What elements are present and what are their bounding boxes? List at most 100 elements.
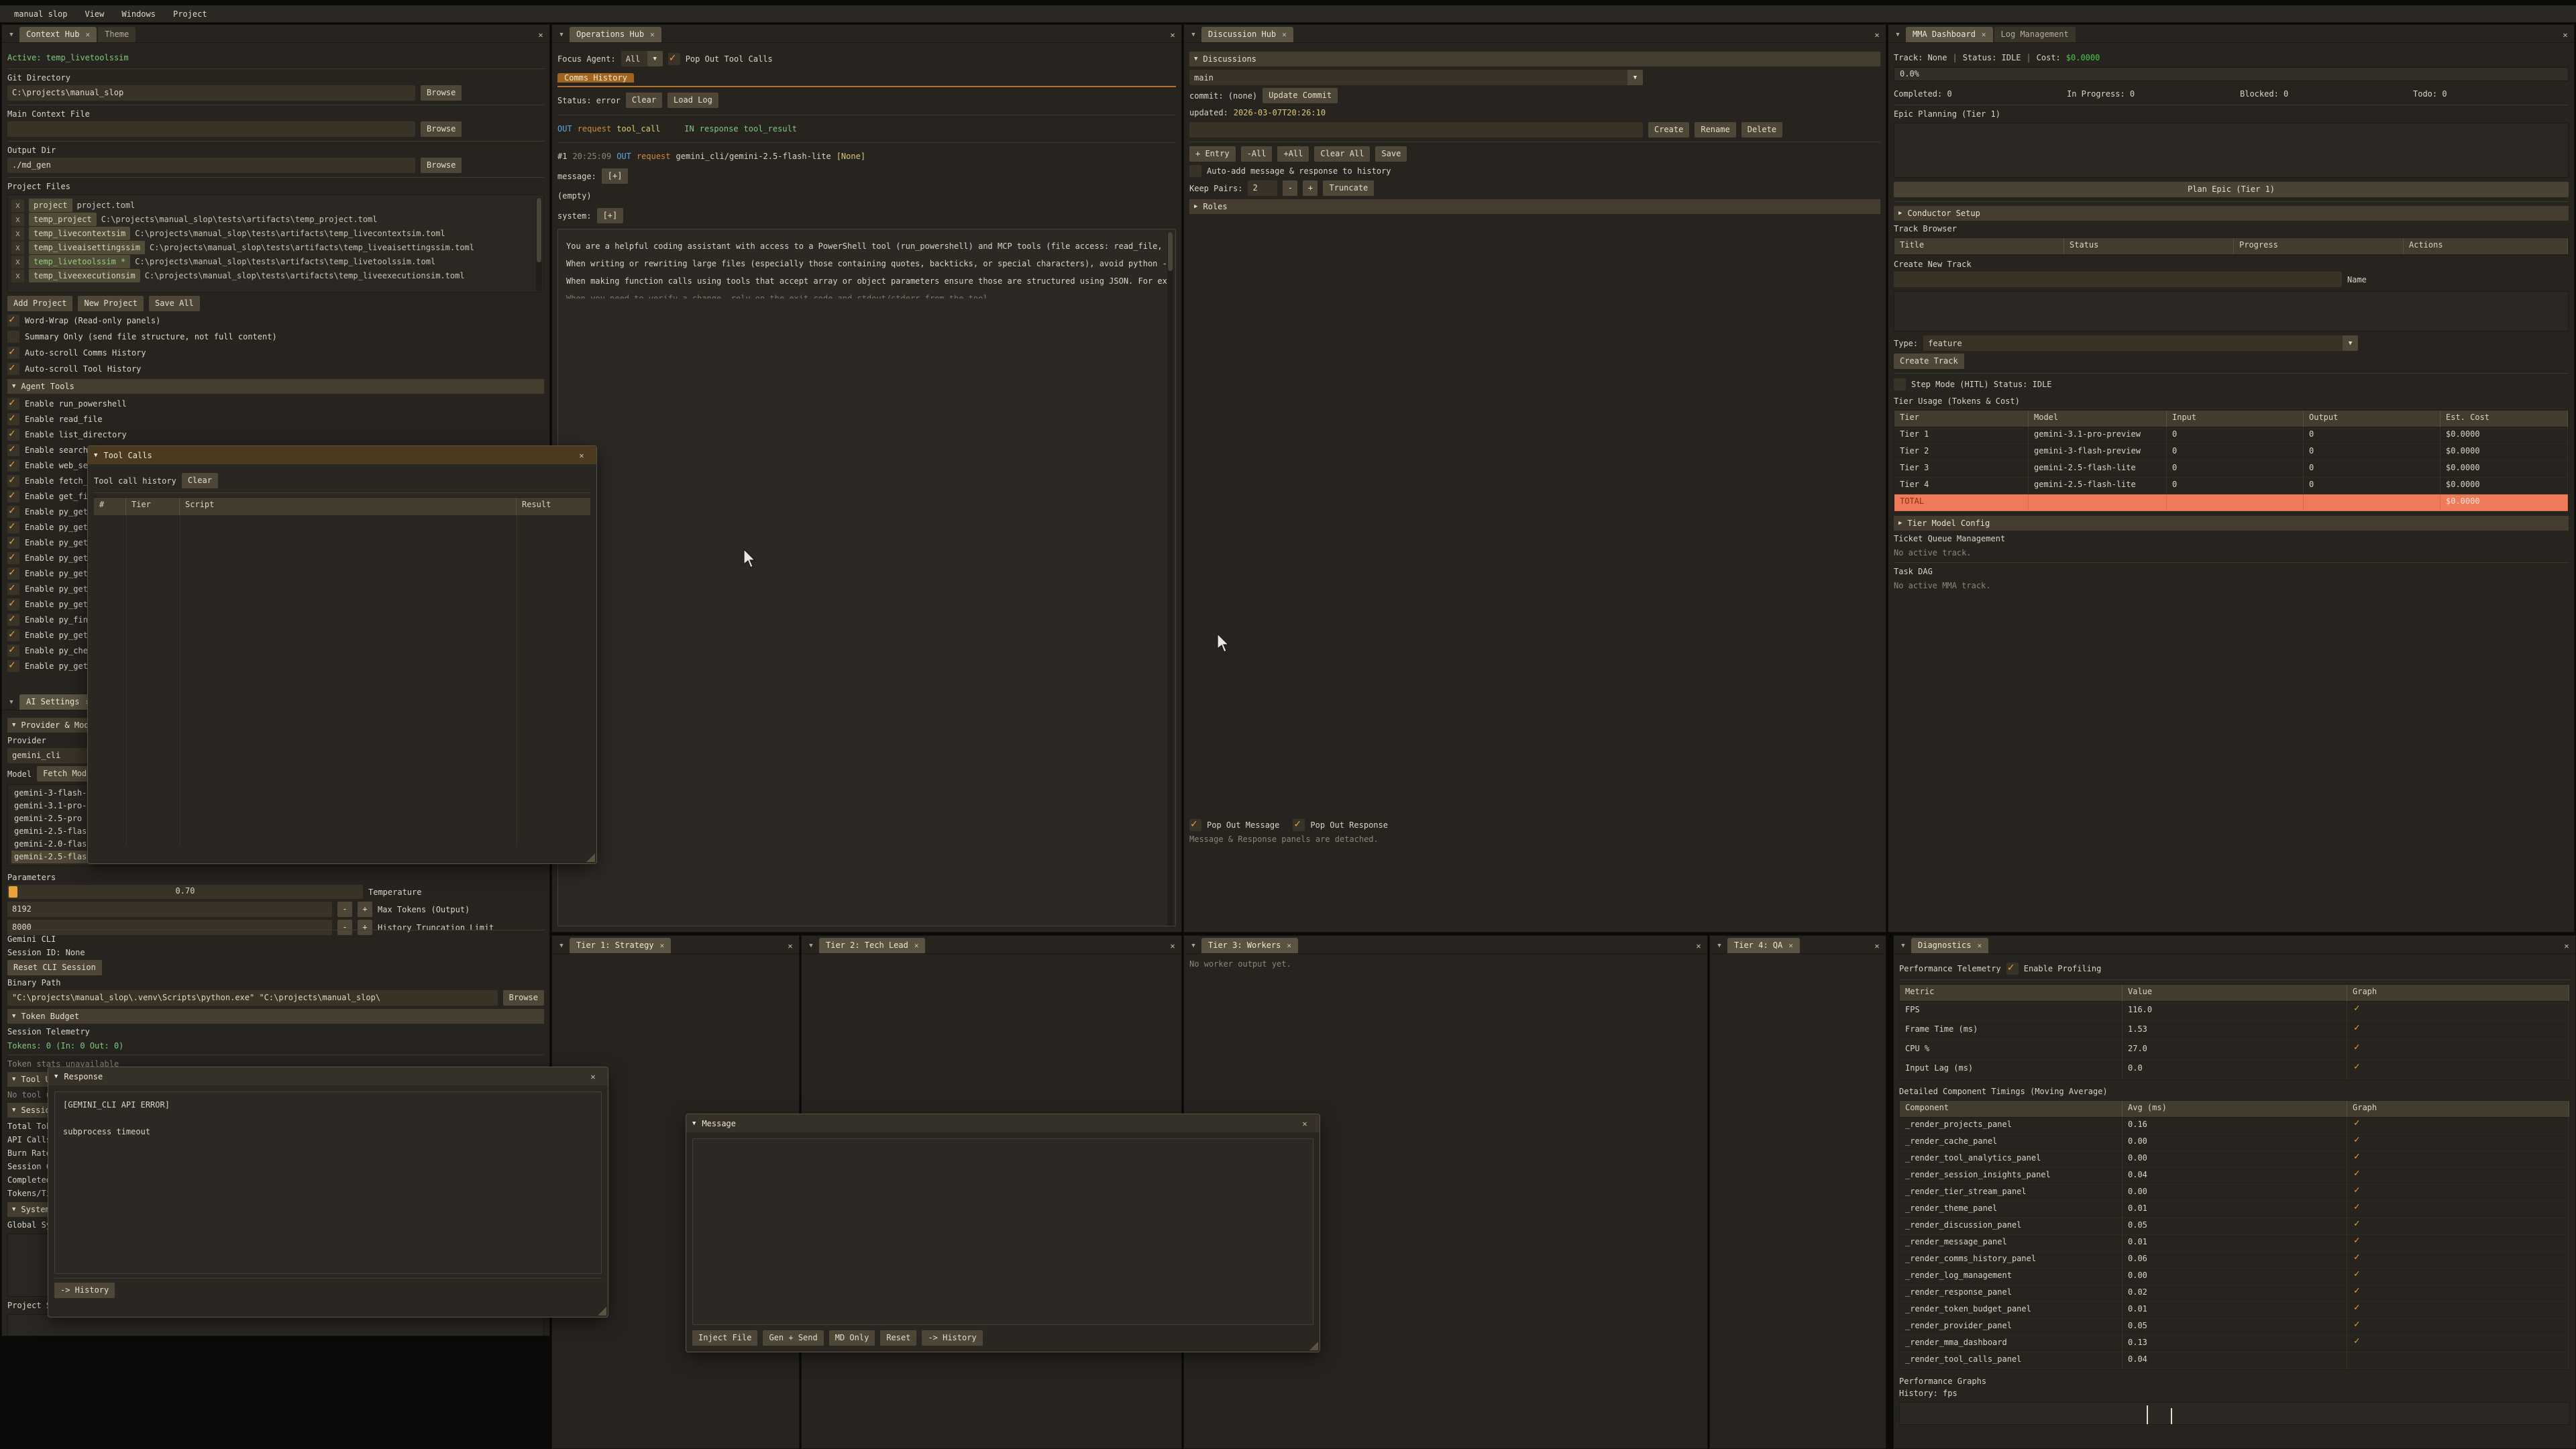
step-mode-checkbox[interactable] (1894, 378, 1906, 390)
pop-out-message-checkbox[interactable] (1189, 819, 1201, 831)
decrement-button[interactable]: - (337, 902, 352, 917)
close-icon[interactable]: ✕ (660, 941, 665, 950)
collapse-icon[interactable]: ▼ (1895, 938, 1911, 953)
file-tag-chip[interactable]: temp_liveexecutionsim (29, 269, 140, 282)
remove-file-button[interactable]: x (11, 241, 24, 254)
output-dir-input[interactable]: ./md_gen (7, 158, 415, 173)
collapse-icon[interactable]: ▼ (692, 1120, 696, 1127)
menu-item[interactable]: Windows (113, 9, 164, 19)
load-log-button[interactable]: Load Log (667, 93, 718, 108)
create-button[interactable]: Create (1648, 122, 1689, 138)
close-icon[interactable]: ✕ (1868, 27, 1886, 42)
tab-discussion-hub[interactable]: Discussion Hub✕ (1201, 27, 1293, 42)
close-icon[interactable]: ✕ (2558, 938, 2575, 953)
truncate-button[interactable]: Truncate (1323, 180, 1374, 196)
tab-tier4-qa[interactable]: Tier 4: QA✕ (1727, 938, 1800, 953)
tool-checkbox[interactable] (7, 398, 19, 410)
close-icon[interactable]: ✕ (1287, 941, 1291, 950)
roles-header[interactable]: ▶Roles (1189, 199, 1880, 214)
tab-comms-history[interactable]: Comms History (557, 73, 634, 83)
comms-entry[interactable]: #1 20:25:09 OUT request gemini_cli/gemin… (557, 150, 1176, 163)
option-checkbox[interactable] (7, 363, 19, 375)
tool-checkbox[interactable] (7, 614, 19, 626)
pop-out-tool-calls-checkbox[interactable] (668, 53, 680, 65)
tool-checkbox[interactable] (7, 537, 19, 549)
response-text-box[interactable]: [GEMINI_CLI API ERROR] subprocess timeou… (54, 1091, 602, 1274)
binary-path-input[interactable]: "C:\projects\manual_slop\.venv\Scripts\p… (7, 990, 498, 1006)
tab-theme[interactable]: Theme (98, 27, 136, 42)
auto-add-checkbox[interactable] (1189, 165, 1201, 177)
tool-checkbox[interactable] (7, 583, 19, 595)
response-history-button[interactable]: -> History (54, 1283, 115, 1298)
remove-file-button[interactable]: x (11, 270, 24, 282)
tool-checkbox[interactable] (7, 475, 19, 487)
history-action-button[interactable]: Clear All (1314, 146, 1370, 162)
option-checkbox[interactable] (7, 315, 19, 327)
temperature-slider[interactable]: 0.70 (7, 885, 363, 899)
keep-pairs-input[interactable]: 2 (1248, 180, 1277, 196)
increment-button[interactable]: + (1303, 180, 1318, 196)
plan-epic-button[interactable]: Plan Epic (Tier 1) (1894, 182, 2569, 197)
close-icon[interactable]: ✕ (1282, 30, 1287, 39)
close-icon[interactable]: ✕ (650, 30, 655, 39)
close-icon[interactable]: ✕ (1296, 1116, 1313, 1131)
file-tag-chip[interactable]: project (29, 199, 72, 212)
system-prompt-box[interactable]: You are a helpful coding assistant with … (557, 229, 1176, 926)
menu-item[interactable]: Project (164, 9, 216, 19)
close-icon[interactable]: ✕ (1982, 30, 1986, 39)
focus-agent-combo[interactable]: All▼ (621, 51, 663, 66)
tab-ai-settings[interactable]: AI Settings✕ (19, 694, 97, 710)
tab-tier2-tech-lead[interactable]: Tier 2: Tech Lead✕ (819, 938, 925, 953)
menu-item[interactable]: View (76, 9, 113, 19)
tab-operations-hub[interactable]: Operations Hub✕ (570, 27, 661, 42)
close-icon[interactable]: ✕ (2557, 27, 2574, 42)
track-name-input[interactable] (1894, 272, 2342, 287)
tool-checkbox[interactable] (7, 568, 19, 580)
close-icon[interactable]: ✕ (782, 938, 799, 953)
tab-context-hub[interactable]: Context Hub✕ (19, 27, 97, 42)
tab-diagnostics[interactable]: Diagnostics✕ (1911, 938, 1988, 953)
tool-checkbox[interactable] (7, 413, 19, 425)
collapse-icon[interactable]: ▼ (553, 938, 570, 953)
message-action-button[interactable]: MD Only (829, 1330, 875, 1346)
browse-button[interactable]: Browse (421, 121, 462, 137)
file-tag-chip[interactable]: temp_livetoolssim * (29, 255, 130, 268)
collapse-icon[interactable]: ▼ (94, 452, 97, 459)
tool-checkbox[interactable] (7, 645, 19, 657)
expand-message-button[interactable]: [+] (602, 168, 629, 184)
tool-checkbox[interactable] (7, 490, 19, 502)
collapse-icon[interactable]: ▼ (1890, 27, 1906, 42)
tool-calls-titlebar[interactable]: ▼ Tool Calls ✕ (88, 446, 596, 464)
history-action-button[interactable]: -All (1241, 146, 1273, 162)
collapse-icon[interactable]: ▼ (3, 694, 19, 710)
tool-checkbox[interactable] (7, 506, 19, 518)
tool-checkbox[interactable] (7, 444, 19, 456)
message-action-button[interactable]: Inject File (692, 1330, 757, 1346)
remove-file-button[interactable]: x (11, 199, 24, 212)
close-icon[interactable]: ✕ (85, 30, 90, 39)
message-action-button[interactable]: Gen + Send (763, 1330, 823, 1346)
history-action-button[interactable]: Save (1375, 146, 1407, 162)
close-icon[interactable]: ✕ (573, 447, 590, 463)
update-commit-button[interactable]: Update Commit (1263, 88, 1338, 103)
collapse-icon[interactable]: ▼ (1185, 27, 1201, 42)
tab-tier3-workers[interactable]: Tier 3: Workers✕ (1201, 938, 1298, 953)
browse-button[interactable]: Browse (503, 990, 544, 1006)
tab-tier1-strategy[interactable]: Tier 1: Strategy✕ (570, 938, 671, 953)
remove-file-button[interactable]: x (11, 227, 24, 240)
discussion-combo[interactable]: main▼ (1189, 70, 1643, 85)
close-icon[interactable]: ✕ (1788, 941, 1793, 950)
track-type-combo[interactable]: feature▼ (1923, 335, 2358, 351)
tier-model-config-header[interactable]: ▶Tier Model Config (1894, 516, 2569, 531)
close-icon[interactable]: ✕ (914, 941, 919, 950)
tool-checkbox[interactable] (7, 552, 19, 564)
tool-checkbox[interactable] (7, 598, 19, 610)
message-action-button[interactable]: -> History (922, 1330, 982, 1346)
increment-button[interactable]: + (358, 902, 372, 917)
tool-checkbox[interactable] (7, 429, 19, 441)
clear-tool-calls-button[interactable]: Clear (182, 473, 218, 488)
pop-out-response-checkbox[interactable] (1293, 819, 1305, 831)
browse-button[interactable]: Browse (421, 85, 462, 101)
delete-button[interactable]: Delete (1741, 122, 1782, 138)
expand-system-button[interactable]: [+] (597, 208, 624, 223)
